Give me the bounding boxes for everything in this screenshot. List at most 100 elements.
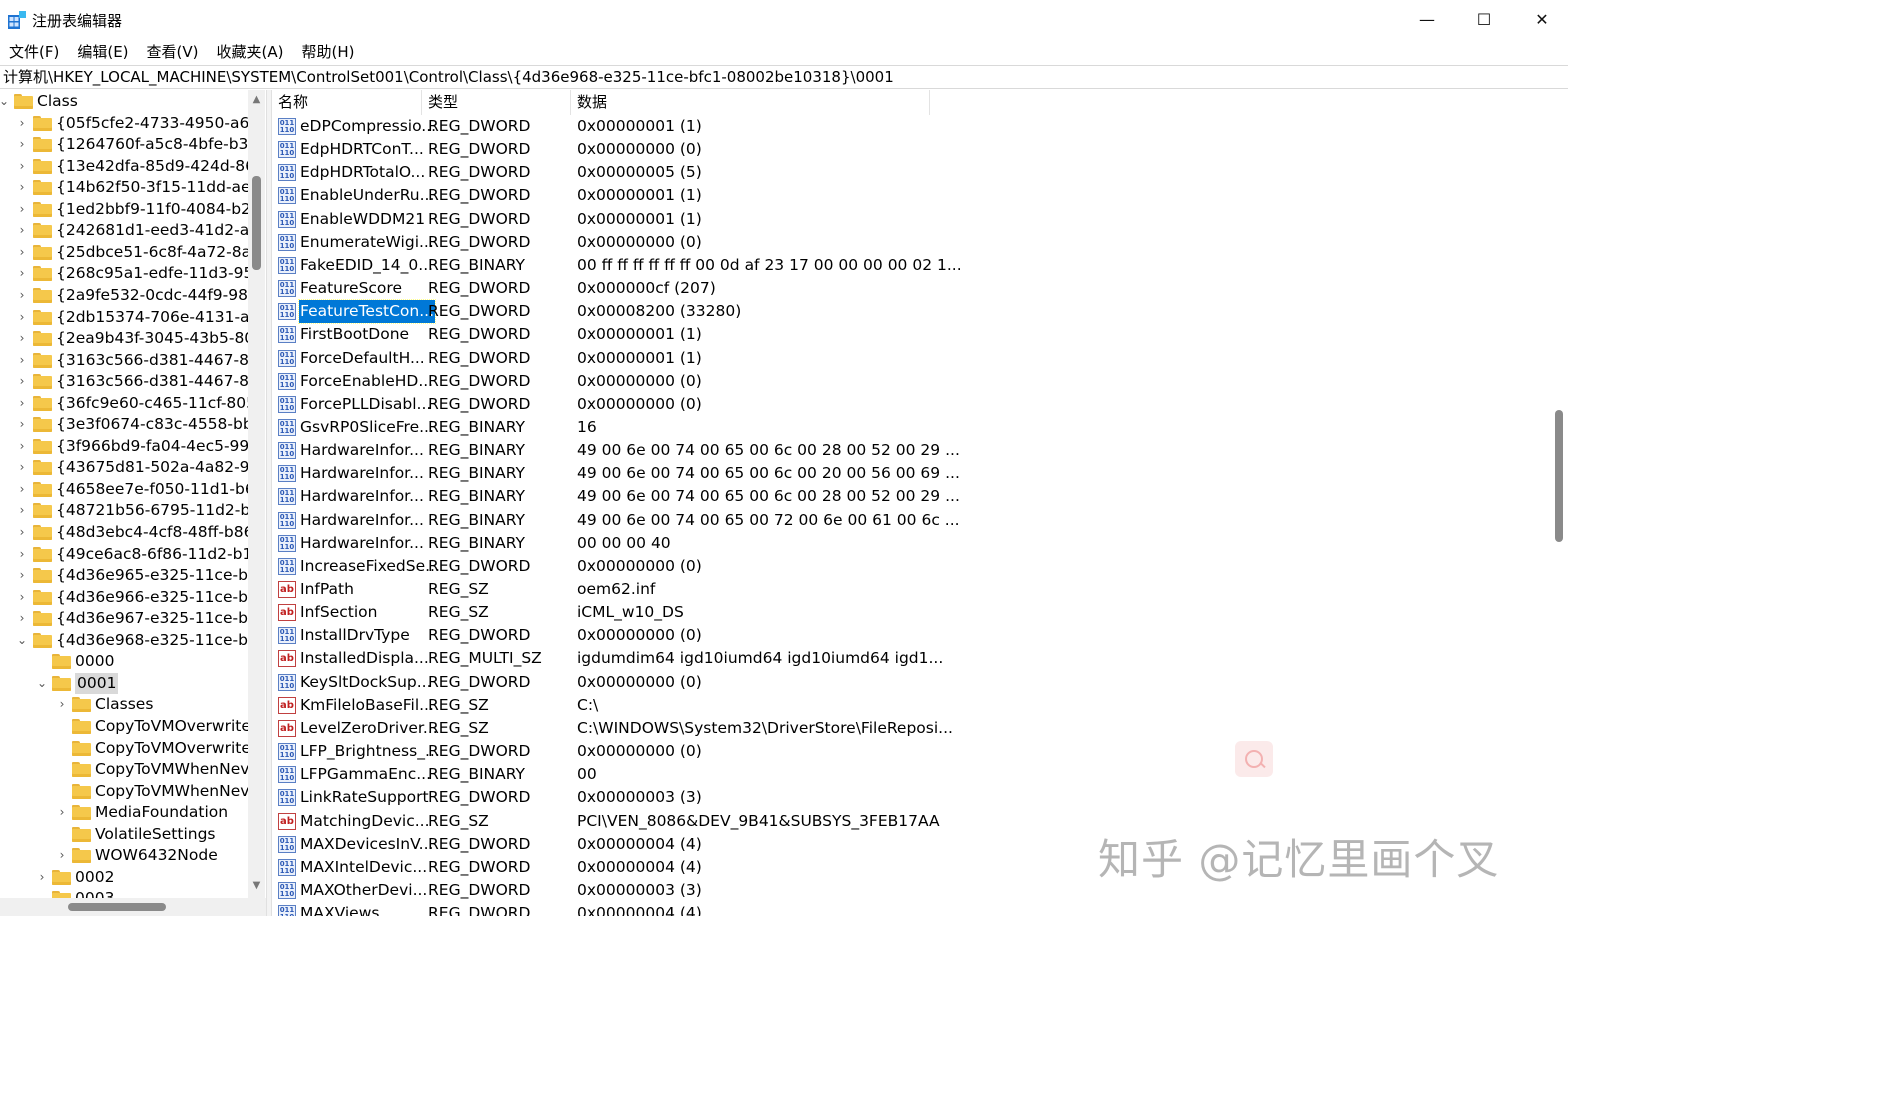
tree-item-guid-key[interactable]: › {05f5cfe2-4733-4950-a6b: [0, 113, 260, 134]
maximize-button[interactable]: ☐: [1455, 0, 1513, 38]
tree-item-guid-key[interactable]: › {4658ee7e-f050-11d1-b6b: [0, 479, 265, 500]
chevron-right-icon[interactable]: ›: [16, 608, 28, 629]
tree-item-guid-key[interactable]: › {48721b56-6795-11d2-b1: [0, 500, 261, 521]
close-button[interactable]: ✕: [1513, 0, 1571, 38]
tree-item-guid-key[interactable]: › {2ea9b43f-3045-43b5-80f: [0, 328, 260, 349]
chevron-right-icon[interactable]: ›: [16, 134, 28, 155]
tree-item-0000[interactable]: 0000: [0, 651, 248, 672]
list-row[interactable]: 011 110 FirstBootDone REG_DWORD 0x00000001 …: [272, 323, 1272, 346]
column-header-type[interactable]: 类型: [422, 90, 571, 115]
chevron-right-icon[interactable]: ›: [16, 565, 28, 586]
list-scroll-thumb[interactable]: [1555, 410, 1563, 542]
value-list[interactable]: 名称 类型 数据 011 110 eDPCompressio... REG_DWOR…: [272, 90, 1552, 916]
scroll-up-icon[interactable]: ▲: [251, 94, 262, 105]
chevron-down-icon[interactable]: ⌄: [16, 630, 28, 651]
list-row[interactable]: 011 110 HardwareInfor... REG_BINARY 49 00 6…: [272, 485, 1272, 508]
list-row[interactable]: 011 110 FeatureTestCon... REG_DWORD 0x00008…: [272, 299, 1272, 325]
list-row[interactable]: 011 110 EnableWDDM21 REG_DWORD 0x00000001 (…: [272, 208, 1272, 231]
menu-favorites[interactable]: 收藏夹(A): [208, 38, 293, 64]
tree-item-guid-key[interactable]: › {3163c566-d381-4467-87: [0, 350, 259, 371]
tree-item-subkey[interactable]: › MediaFoundation: [0, 802, 248, 823]
chevron-right-icon[interactable]: ›: [16, 156, 28, 177]
tree-item-guid-key[interactable]: › {2db15374-706e-4131-a0: [0, 307, 260, 328]
scroll-down-icon[interactable]: ▼: [251, 880, 262, 891]
tree-item-guid-key[interactable]: › {3163c566-d381-4467-87: [0, 371, 259, 392]
tree-item-subkey[interactable]: › WOW6432Node: [0, 845, 248, 866]
list-row[interactable]: 011 110 EdpHDRTConT... REG_DWORD 0x00000000…: [272, 138, 1272, 161]
chevron-right-icon[interactable]: ›: [16, 414, 28, 435]
chevron-right-icon[interactable]: ›: [16, 113, 28, 134]
chevron-right-icon[interactable]: ›: [16, 587, 28, 608]
list-row[interactable]: 011 110 HardwareInfor... REG_BINARY 49 00 6…: [272, 509, 1272, 532]
list-row[interactable]: 011 110 LFP_Brightness_... REG_DWORD 0x0000…: [272, 740, 1272, 763]
list-row[interactable]: 011 110 ForceEnableHD... REG_DWORD 0x000000…: [272, 370, 1272, 393]
list-row[interactable]: 011 110 FeatureScore REG_DWORD 0x000000cf (…: [272, 277, 1272, 300]
tree-item-subkey[interactable]: CopyToVMWhenNev: [0, 781, 249, 802]
tree-item-guid-key[interactable]: › {48d3ebc4-4cf8-48ff-b86: [0, 522, 254, 543]
chevron-right-icon[interactable]: ›: [16, 285, 28, 306]
chevron-right-icon[interactable]: ›: [36, 867, 48, 888]
chevron-right-icon[interactable]: ›: [56, 694, 68, 715]
list-row[interactable]: 011 110 EnableUnderRu... REG_DWORD 0x000000…: [272, 184, 1272, 207]
list-row[interactable]: 011 110 GsvRP0SliceFre... REG_BINARY 16: [272, 416, 1272, 439]
tree-item-guid-key[interactable]: › {1ed2bbf9-11f0-4084-b21: [0, 199, 261, 220]
list-row[interactable]: 011 110 ForceDefaultH... REG_DWORD 0x000000…: [272, 347, 1272, 370]
tree-item-subkey[interactable]: CopyToVMOverwrite: [0, 716, 251, 737]
list-row[interactable]: 011 110 eDPCompressio... REG_DWORD 0x000000…: [272, 115, 1272, 138]
list-row[interactable]: ab InfSection REG_SZ iCML_w10_DS: [272, 601, 1272, 624]
key-tree[interactable]: ⌄ Class › {05f5cfe2-4733-4950-a6b › {1264760f…: [0, 90, 266, 916]
menu-edit[interactable]: 编辑(E): [68, 38, 137, 64]
chevron-right-icon[interactable]: ›: [16, 393, 28, 414]
chevron-right-icon[interactable]: ›: [16, 479, 28, 500]
menu-view[interactable]: 查看(V): [138, 38, 208, 64]
tree-item-subkey[interactable]: › Classes: [0, 694, 248, 715]
tree-item-guid-key[interactable]: › {13e42dfa-85d9-424d-86: [0, 156, 255, 177]
tree-item-guid-key[interactable]: › {25dbce51-6c8f-4a72-8a6: [0, 242, 261, 263]
list-row[interactable]: 011 110 EnumerateWigi... REG_DWORD 0x000000…: [272, 231, 1272, 254]
menu-file[interactable]: 文件(F): [0, 38, 68, 64]
chevron-right-icon[interactable]: ›: [16, 307, 28, 328]
tree-item-guid-key[interactable]: › {2a9fe532-0cdc-44f9-982: [0, 285, 258, 306]
chevron-right-icon[interactable]: ›: [16, 242, 28, 263]
tree-item-guid-key[interactable]: › {14b62f50-3f15-11dd-ae1: [0, 177, 261, 198]
tree-item-guid-key[interactable]: › {268c95a1-edfe-11d3-95c: [0, 263, 262, 284]
tree-scroll-thumb[interactable]: [252, 176, 261, 270]
tree-item-guid-key[interactable]: ⌄ {4d36e968-e325-11ce-bfc: [0, 630, 262, 651]
list-row[interactable]: 011 110 ForcePLLDisabl... REG_DWORD 0x00000…: [272, 393, 1272, 416]
chevron-right-icon[interactable]: ›: [16, 328, 28, 349]
tree-vertical-scrollbar[interactable]: ▲ ▼: [248, 90, 265, 898]
list-row[interactable]: ab KmFileloBaseFil... REG_SZ C:\: [272, 694, 1272, 717]
list-row[interactable]: ab LevelZeroDriver... REG_SZ C:\WINDOWS\Sys…: [272, 717, 1272, 740]
chevron-right-icon[interactable]: ›: [16, 457, 28, 478]
tree-item-guid-key[interactable]: › {4d36e967-e325-11ce-bfc: [0, 608, 262, 629]
list-row[interactable]: 011 110 MAXViews REG_DWORD 0x00000004 (4): [272, 902, 1272, 916]
list-row[interactable]: 011 110 HardwareInfor... REG_BINARY 49 00 6…: [272, 462, 1272, 485]
list-row[interactable]: 011 110 KeySltDockSup... REG_DWORD 0x000000…: [272, 671, 1272, 694]
menu-help[interactable]: 帮助(H): [292, 38, 363, 64]
tree-item-guid-key[interactable]: › {4d36e966-e325-11ce-bfc: [0, 587, 262, 608]
search-icon[interactable]: [1235, 741, 1273, 777]
chevron-right-icon[interactable]: ›: [16, 177, 28, 198]
chevron-right-icon[interactable]: ›: [16, 220, 28, 241]
chevron-right-icon[interactable]: ›: [56, 802, 68, 823]
minimize-button[interactable]: —: [1398, 0, 1456, 38]
tree-hscroll-thumb[interactable]: [68, 903, 166, 911]
chevron-right-icon[interactable]: ›: [16, 263, 28, 284]
tree-item-subkey[interactable]: CopyToVMWhenNev: [0, 759, 249, 780]
list-row[interactable]: 011 110 InstallDrvType REG_DWORD 0x00000000…: [272, 624, 1272, 647]
tree-item-guid-key[interactable]: › {36fc9e60-c465-11cf-805: [0, 393, 256, 414]
chevron-right-icon[interactable]: ›: [16, 199, 28, 220]
list-row[interactable]: ab InfPath REG_SZ oem62.inf: [272, 578, 1272, 601]
tree-item-class-root[interactable]: ⌄ Class: [0, 91, 248, 112]
tree-horizontal-scrollbar[interactable]: [0, 898, 266, 916]
list-row[interactable]: 011 110 HardwareInfor... REG_BINARY 49 00 6…: [272, 439, 1272, 462]
column-header-name[interactable]: 名称: [272, 90, 422, 115]
chevron-right-icon[interactable]: ›: [16, 350, 28, 371]
chevron-down-icon[interactable]: ⌄: [36, 673, 48, 694]
address-bar[interactable]: 计算机\HKEY_LOCAL_MACHINE\SYSTEM\ControlSet…: [0, 65, 1568, 89]
chevron-down-icon[interactable]: ⌄: [0, 91, 10, 112]
chevron-right-icon[interactable]: ›: [16, 371, 28, 392]
list-row[interactable]: 011 110 FakeEDID_14_0... REG_BINARY 00 ff f…: [272, 254, 1272, 277]
list-vertical-scrollbar[interactable]: [1552, 90, 1568, 916]
tree-item-0001[interactable]: ⌄ 0001: [0, 672, 248, 694]
